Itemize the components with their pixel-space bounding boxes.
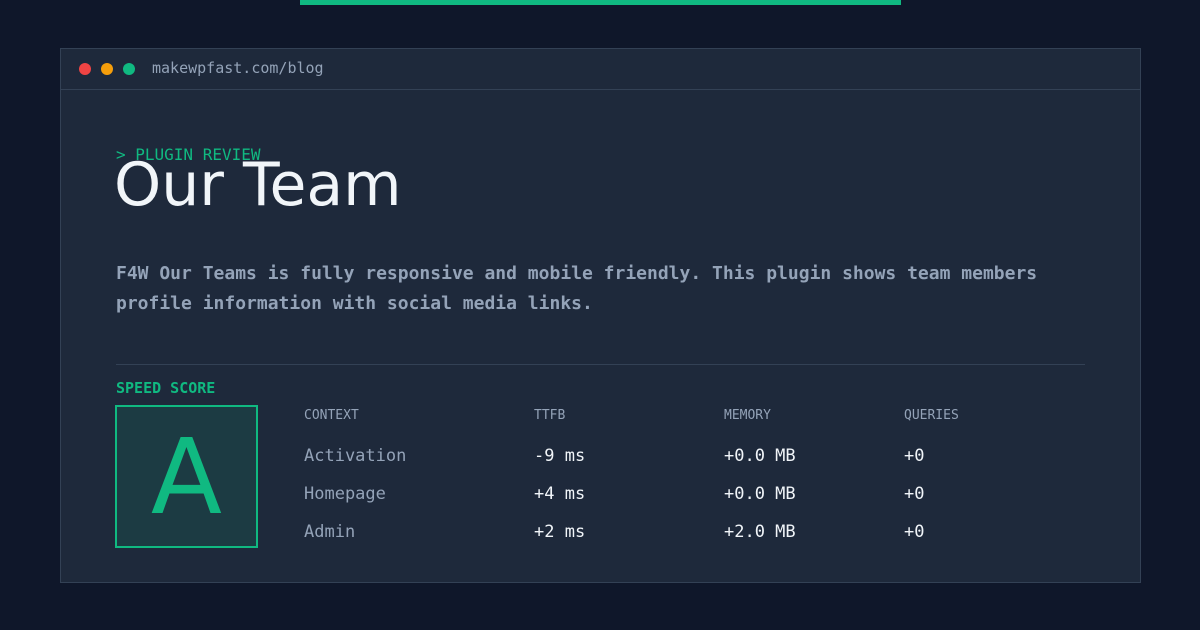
- row-activation-context: Activation: [304, 446, 407, 466]
- row-admin-queries: +0: [904, 522, 925, 542]
- row-homepage-queries: +0: [904, 484, 925, 504]
- plugin-description: F4W Our Teams is fully responsive and mo…: [116, 263, 1038, 314]
- speed-score-label: SPEED SCORE: [116, 379, 216, 397]
- column-header-ttfb: TTFB: [534, 408, 566, 423]
- column-header-context: CONTEXT: [304, 408, 359, 423]
- top-accent-bar: [300, 0, 901, 5]
- row-homepage-memory: +0.0 MB: [724, 484, 796, 504]
- row-admin-ttfb: +2 ms: [534, 522, 586, 542]
- column-header-memory: MEMORY: [724, 408, 771, 423]
- row-activation-ttfb: -9 ms: [534, 446, 586, 466]
- row-activation-queries: +0: [904, 446, 925, 466]
- section-divider: [116, 364, 1085, 365]
- page-title: Our Team: [114, 150, 402, 220]
- speed-grade: A: [150, 415, 223, 538]
- column-header-queries: QUERIES: [904, 408, 959, 423]
- minimize-dot-icon[interactable]: [101, 63, 113, 75]
- window-titlebar: makewpfast.com/blog: [61, 49, 1140, 90]
- row-activation-memory: +0.0 MB: [724, 446, 796, 466]
- row-admin-memory: +2.0 MB: [724, 522, 796, 542]
- browser-window: makewpfast.com/blog > PLUGIN REVIEW Our …: [60, 48, 1141, 583]
- speed-grade-box: A: [115, 405, 258, 548]
- row-admin-context: Admin: [304, 522, 356, 542]
- maximize-dot-icon[interactable]: [123, 63, 135, 75]
- row-homepage-ttfb: +4 ms: [534, 484, 586, 504]
- close-dot-icon[interactable]: [79, 63, 91, 75]
- window-url: makewpfast.com/blog: [152, 59, 324, 77]
- row-homepage-context: Homepage: [304, 484, 386, 504]
